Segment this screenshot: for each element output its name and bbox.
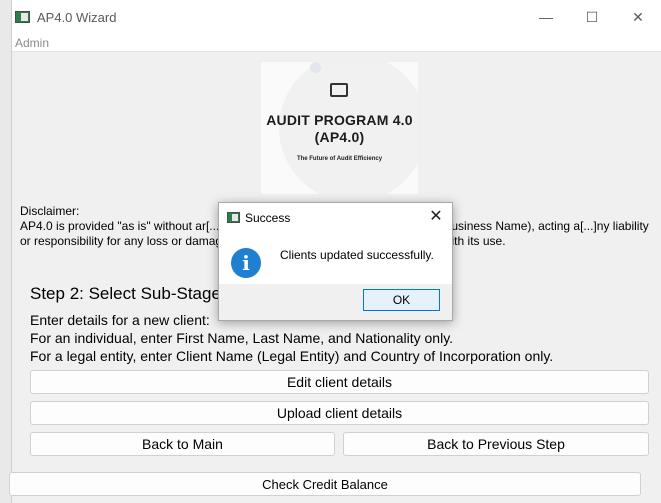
logo-title: AUDIT PROGRAM 4.0 (AP4.0) [261, 112, 418, 146]
logo-title-line2: (AP4.0) [314, 129, 365, 145]
window-title: AP4.0 Wizard [37, 10, 117, 25]
back-to-previous-step-button[interactable]: Back to Previous Step [343, 432, 649, 456]
dialog-message: Clients updated successfully. [280, 248, 434, 262]
back-to-main-button[interactable]: Back to Main [30, 432, 335, 456]
logo-dot [310, 62, 321, 73]
dialog-title: Success [245, 211, 291, 225]
success-dialog: Success ✕ i Clients updated successfully… [218, 202, 453, 321]
instruction-line: For a legal entity, enter Client Name (L… [30, 348, 554, 364]
title-bar[interactable]: AP4.0 Wizard — ☐ ✕ [12, 0, 661, 34]
dialog-close-button[interactable]: ✕ [425, 207, 447, 227]
menu-item-admin[interactable]: Admin [15, 36, 49, 50]
app-icon [15, 11, 30, 23]
logo-title-line1: AUDIT PROGRAM 4.0 [266, 112, 413, 128]
upload-client-details-button[interactable]: Upload client details [30, 401, 649, 425]
check-credit-balance-button[interactable]: Check Credit Balance [9, 472, 641, 496]
info-icon: i [231, 248, 261, 278]
step-title: Step 2: Select Sub-Stage [30, 284, 221, 303]
chat-icon [330, 83, 348, 97]
disclaimer-label: Disclaimer: [20, 204, 80, 218]
menu-bar: Admin [12, 34, 661, 52]
dialog-app-icon [227, 212, 240, 223]
dialog-title-bar[interactable]: Success ✕ [219, 203, 452, 231]
close-button[interactable]: ✕ [615, 0, 661, 34]
ok-button[interactable]: OK [363, 289, 440, 311]
dialog-body: i Clients updated successfully. [219, 231, 452, 284]
instruction-line: For an individual, enter First Name, Las… [30, 330, 454, 346]
app-logo: AUDIT PROGRAM 4.0 (AP4.0) The Future of … [261, 62, 418, 194]
dialog-footer: OK [219, 284, 452, 320]
edit-client-details-button[interactable]: Edit client details [30, 370, 649, 394]
logo-tagline: The Future of Audit Efficiency [296, 156, 383, 162]
maximize-button[interactable]: ☐ [569, 0, 615, 34]
minimize-button[interactable]: — [523, 0, 569, 34]
